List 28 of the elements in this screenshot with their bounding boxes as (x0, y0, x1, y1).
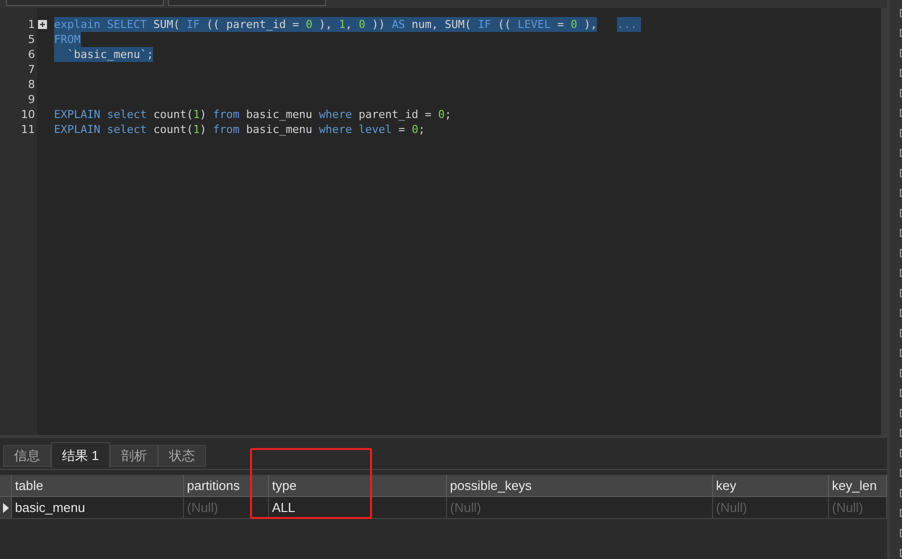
cell-text: ALL (272, 500, 296, 515)
line-number: 11 (21, 122, 35, 137)
line-number: 9 (28, 92, 35, 107)
fold-plus-icon[interactable] (38, 20, 47, 29)
line-number: 1 (28, 17, 35, 32)
cell-text: basic_menu (15, 500, 86, 515)
code-line: EXPLAIN select count(1) from basic_menu where level = 0; (54, 122, 425, 137)
column-header[interactable]: possible_keys (447, 475, 713, 496)
code-line: EXPLAIN select count(1) from basic_menu where parent_id = 0; (54, 107, 452, 122)
cell-text: (Null) (716, 500, 748, 515)
column-header[interactable]: type (269, 475, 447, 496)
column-header[interactable]: key (713, 475, 829, 496)
editor-tab[interactable] (6, 0, 164, 6)
result-tab[interactable]: 剖析 (110, 445, 158, 467)
line-number: 5 (28, 32, 35, 47)
line-number: 10 (21, 107, 35, 122)
cell-text: (Null) (450, 500, 482, 515)
result-tab[interactable]: 结果 1 (51, 442, 110, 468)
column-header[interactable]: table (12, 475, 184, 496)
line-number: 7 (28, 62, 35, 77)
result-tab[interactable]: 状态 (158, 445, 206, 467)
line-number: 6 (28, 47, 35, 62)
cell-text: (Null) (187, 500, 218, 515)
editor-tab[interactable] (168, 0, 326, 6)
cell-text: (Null) (832, 500, 864, 515)
column-header[interactable]: partitions (184, 475, 269, 496)
result-tab[interactable]: 信息 (3, 445, 51, 467)
line-number: 8 (28, 77, 35, 92)
